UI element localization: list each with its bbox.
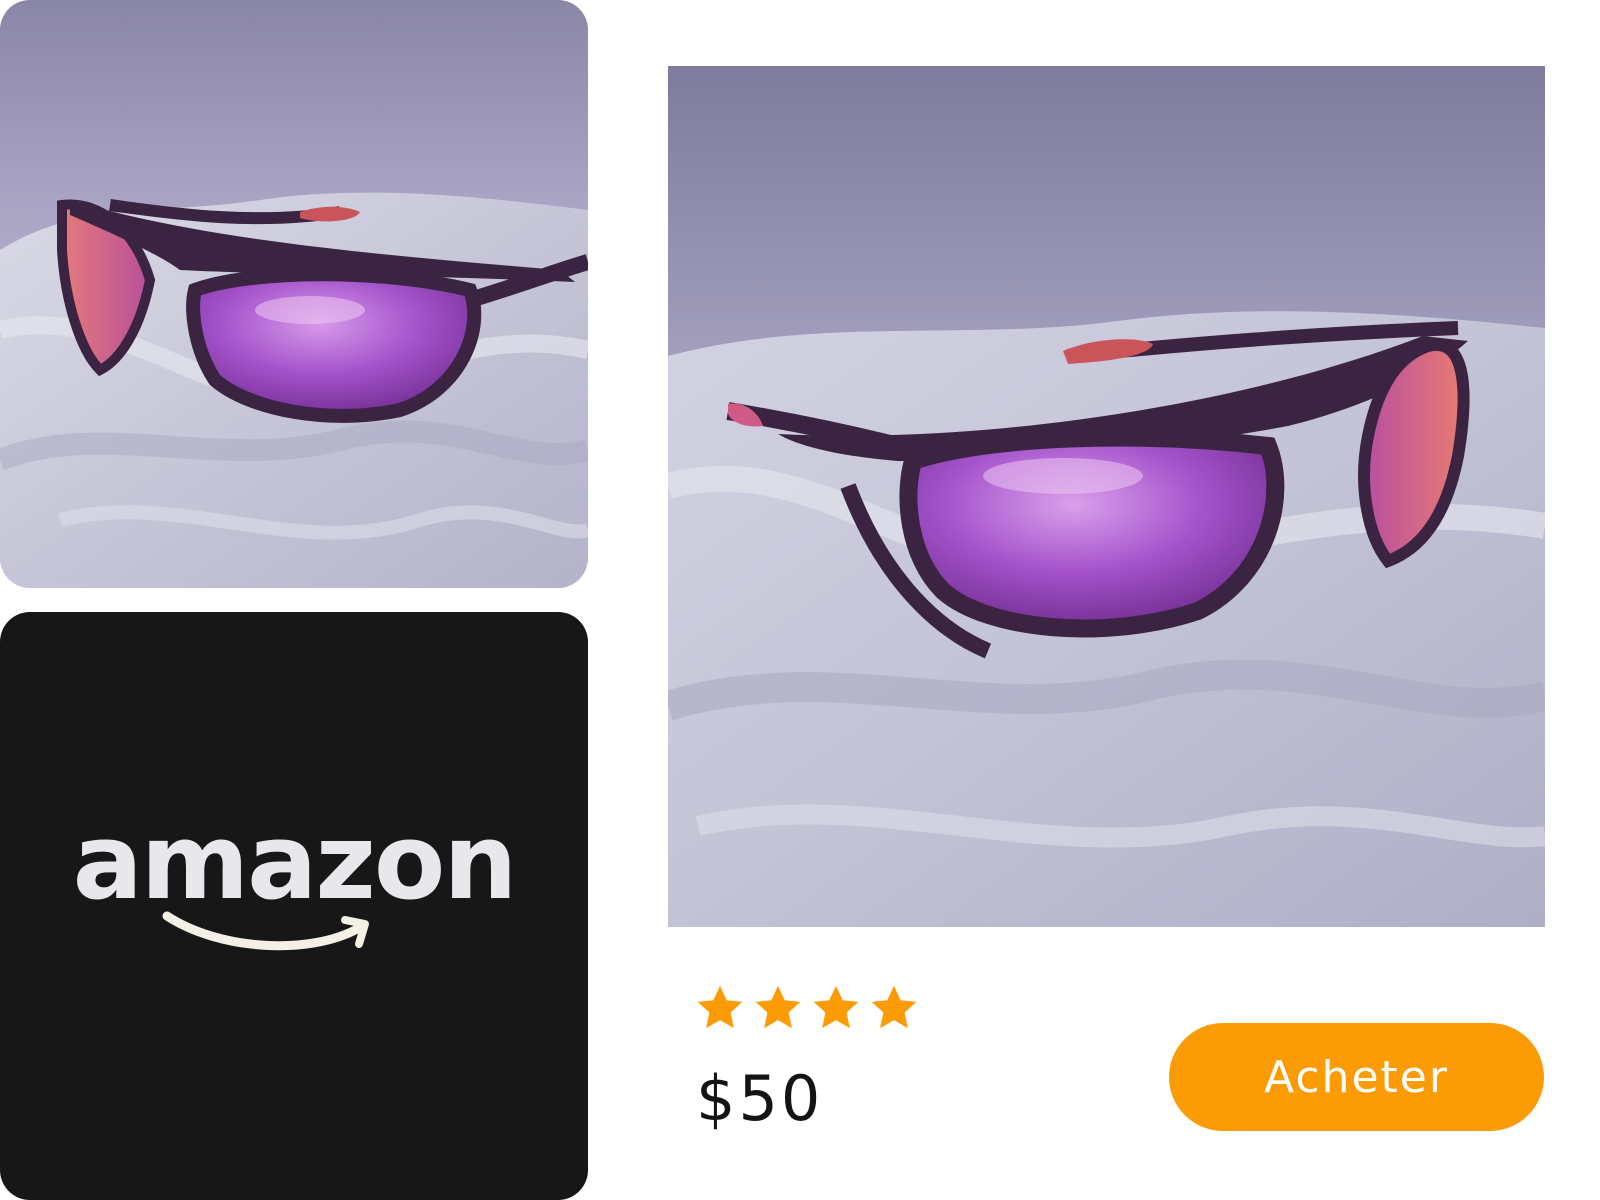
buy-button[interactable]: Acheter [1169, 1023, 1544, 1131]
product-price: $50 [696, 1062, 824, 1135]
page: amazon $50 Acheter [0, 0, 1600, 1200]
product-thumbnail[interactable] [0, 0, 588, 588]
brand-logo-card[interactable]: amazon [0, 612, 588, 1200]
star-icon [871, 985, 917, 1029]
star-icon [755, 985, 801, 1029]
brand-logo-wordmark: amazon [72, 801, 518, 923]
star-rating [694, 982, 920, 1034]
amazon-smile-arrow-icon [162, 911, 369, 951]
star-icon [697, 985, 743, 1029]
sunglasses-photo [0, 0, 588, 588]
product-card: $50 Acheter [616, 16, 1584, 1200]
product-main-image[interactable] [668, 66, 1545, 927]
star-icon [813, 985, 859, 1029]
sunglasses-photo [668, 66, 1545, 927]
